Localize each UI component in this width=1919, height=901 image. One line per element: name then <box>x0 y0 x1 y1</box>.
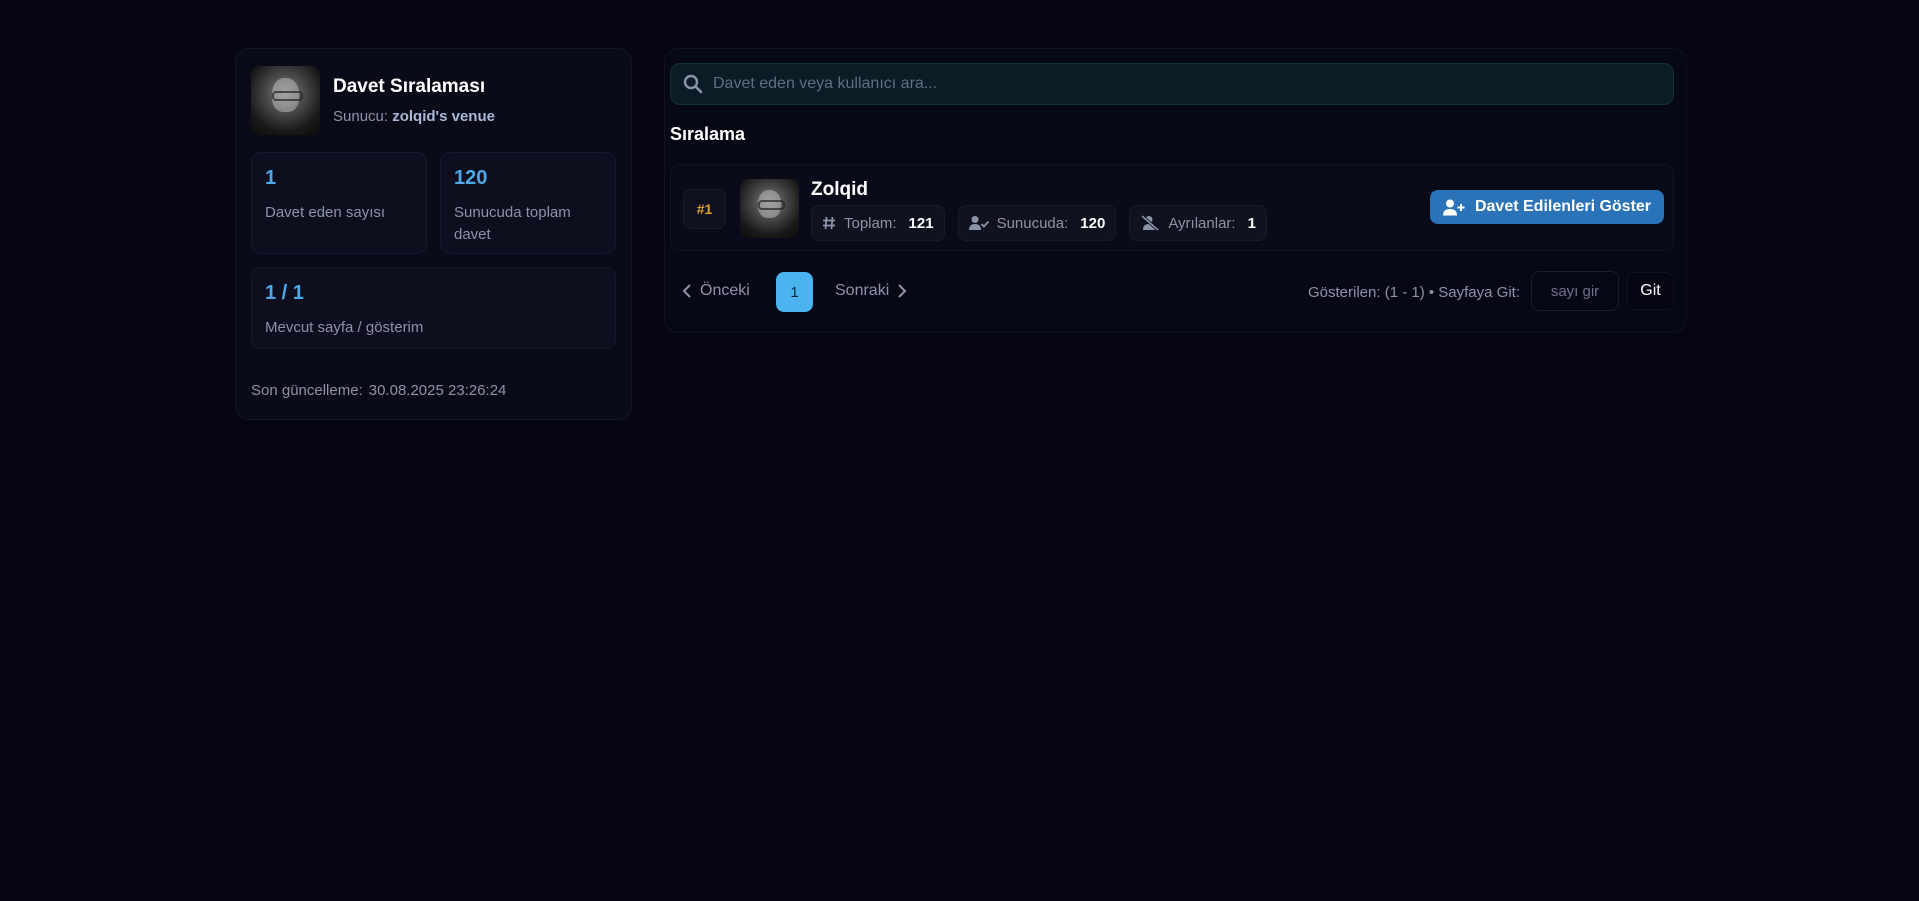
last-updated: Son güncelleme: 30.08.2025 23:26:24 <box>251 382 506 399</box>
stat-label: Davet eden sayısı <box>265 204 386 221</box>
prev-label: Önceki <box>700 282 750 299</box>
pagination: Önceki 1 Sonraki Gösterilen: (1 - 1) • S… <box>670 271 1674 314</box>
panel-title: Davet Sıralaması <box>333 76 486 97</box>
host-name: zolqid's venue <box>392 108 495 125</box>
stat-value: 1 <box>265 167 277 189</box>
panel-header: Davet Sıralaması Sunucu: zolqid's venue <box>251 66 616 135</box>
updated-label: Son güncelleme: <box>251 382 363 399</box>
stat-inviter-count: 1 Davet eden sayısı <box>251 152 427 254</box>
stat-total-invites: 120 Sunucuda toplam davet <box>440 152 616 254</box>
current-page-button[interactable]: 1 <box>776 272 813 312</box>
app-root: Davet Sıralaması Sunucu: zolqid's venue … <box>0 0 1919 901</box>
on-server-value: 120 <box>1080 214 1106 232</box>
show-invited-button[interactable]: Davet Edilenleri Göster <box>1430 190 1664 224</box>
user-plus-icon <box>1442 199 1465 215</box>
host-info: Sunucu: zolqid's venue <box>333 108 495 125</box>
left-label: Ayrılanlar: <box>1168 214 1236 232</box>
left-value: 1 <box>1247 214 1256 232</box>
search-icon <box>683 74 703 94</box>
user-stats: Toplam: 121 Sunucuda: 120 Ayrılanlar: 1 <box>811 205 1267 241</box>
next-page-button[interactable]: Sonraki <box>835 282 907 300</box>
server-summary-panel: Davet Sıralaması Sunucu: zolqid's venue … <box>235 48 632 420</box>
total-value: 121 <box>908 214 934 232</box>
on-server-chip: Sunucuda: 120 <box>957 205 1117 241</box>
user-avatar <box>740 179 799 238</box>
chevron-right-icon <box>898 284 907 298</box>
user-check-icon <box>968 216 989 230</box>
next-label: Sonraki <box>835 282 890 299</box>
hashtag-icon <box>823 216 835 230</box>
stats-row: 1 Davet eden sayısı 120 Sunucuda toplam … <box>251 152 616 254</box>
left-members-chip: Ayrılanlar: 1 <box>1129 205 1267 241</box>
rank-badge: #1 <box>683 189 726 229</box>
prev-page-button[interactable]: Önceki <box>682 282 750 300</box>
goto-page-input[interactable] <box>1531 271 1619 311</box>
leaderboard-row: #1 Zolqid Toplam: 121 Sunucuda: 120 Ayrı… <box>670 164 1674 251</box>
user-name: Zolqid <box>811 179 868 200</box>
user-slash-icon <box>1141 215 1160 231</box>
go-button[interactable]: Git <box>1627 272 1674 310</box>
stat-value: 120 <box>454 167 488 189</box>
stat-label: Mevcut sayfa / gösterim <box>265 319 424 336</box>
pagination-info: Gösterilen: (1 - 1) • Sayfaya Git: <box>1308 284 1520 301</box>
search-input[interactable] <box>713 75 1613 93</box>
updated-value: 30.08.2025 23:26:24 <box>368 382 507 399</box>
leaderboard-panel: Sıralama #1 Zolqid Toplam: 121 <box>664 48 1687 333</box>
show-invited-label: Davet Edilenleri Göster <box>1474 198 1652 215</box>
chevron-left-icon <box>682 284 691 298</box>
search-bar <box>670 63 1674 105</box>
total-label: Toplam: <box>844 214 897 232</box>
host-label: Sunucu: <box>333 108 389 125</box>
stat-label: Sunucuda toplam davet <box>454 204 571 243</box>
on-server-label: Sunucuda: <box>996 214 1069 232</box>
stat-value: 1 / 1 <box>265 282 304 304</box>
stat-page-view: 1 / 1 Mevcut sayfa / gösterim <box>251 267 616 349</box>
server-avatar <box>251 66 320 135</box>
ranking-title: Sıralama <box>670 124 746 144</box>
total-invites-chip: Toplam: 121 <box>811 205 945 241</box>
